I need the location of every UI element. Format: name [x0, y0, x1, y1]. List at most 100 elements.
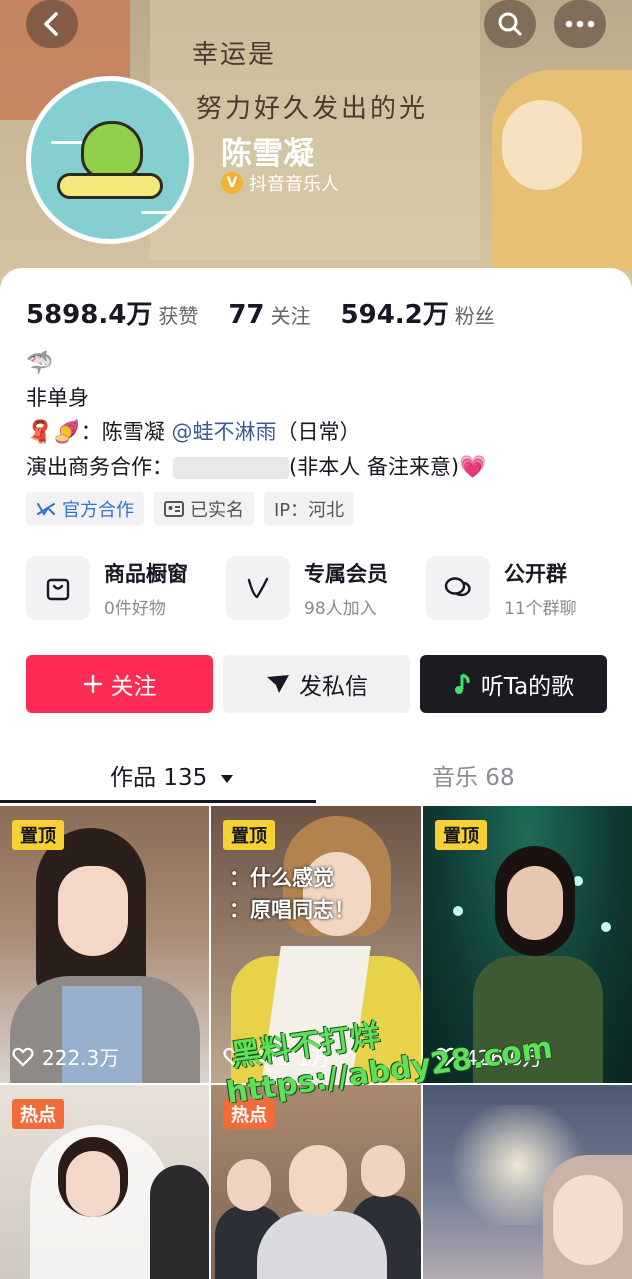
- thumb-figure: [553, 1175, 623, 1265]
- stat-followers[interactable]: 594.2万 粉丝: [341, 294, 495, 331]
- caret-down-icon: [220, 774, 233, 783]
- back-button[interactable]: [26, 0, 78, 48]
- mention-link[interactable]: @蛙不淋雨: [171, 420, 276, 444]
- feature-icon-box: [426, 556, 490, 620]
- bio-line-2: 🧣🍠：陈雪凝 @蛙不淋雨（日常）: [26, 415, 486, 450]
- thumb-light: [601, 922, 611, 932]
- redacted-contact: [173, 457, 289, 479]
- pinned-badge: 置顶: [223, 820, 275, 850]
- stat-number: 5898.4万: [26, 300, 153, 330]
- feature-membership[interactable]: 专属会员 98人加入: [226, 556, 426, 620]
- chat-bubbles-icon: [444, 577, 471, 597]
- feature-entries: 商品橱窗 0件好物 专属会员 98人加入 公开群 11个群聊: [26, 556, 626, 620]
- chevron-left-icon: [44, 12, 58, 36]
- thumb-figure: [361, 1145, 405, 1197]
- pinned-badge: 置顶: [435, 820, 487, 850]
- scarf-potato-emoji: 🧣🍠: [26, 420, 81, 445]
- thumb-figure: [66, 1151, 120, 1217]
- music-note-icon: [454, 673, 470, 694]
- feature-public-group[interactable]: 公开群 11个群聊: [426, 556, 626, 620]
- like-count-value: 222.3万: [42, 1046, 120, 1070]
- stat-label: 获赞: [158, 304, 199, 328]
- like-count: 222.3万: [12, 1042, 119, 1071]
- stat-label: 粉丝: [454, 304, 495, 328]
- follow-button[interactable]: 关注: [26, 655, 213, 713]
- id-card-icon: [164, 500, 184, 517]
- shopping-bag-icon: [46, 578, 70, 601]
- profile-name: 陈雪凝: [221, 136, 314, 172]
- feature-title: 专属会员: [304, 561, 388, 586]
- avatar-frog: [81, 121, 143, 179]
- video-subtitle: ：原唱同志！: [229, 898, 355, 922]
- heart-outline-icon: [12, 1047, 34, 1067]
- search-button[interactable]: [484, 0, 536, 48]
- feature-title: 商品橱窗: [104, 561, 188, 586]
- thumb-figure: [58, 866, 128, 956]
- tag-ip-location: IP：河北: [264, 492, 355, 525]
- more-button[interactable]: [554, 0, 606, 48]
- feature-subtitle: 11个群聊: [504, 598, 577, 619]
- avatar[interactable]: [26, 76, 194, 244]
- feature-text: 公开群 11个群聊: [504, 558, 577, 619]
- tag-verified-identity[interactable]: 已实名: [154, 492, 254, 525]
- tag-label: 已实名: [190, 499, 244, 521]
- tag-label: 官方合作: [62, 499, 134, 521]
- video-thumbnail[interactable]: 热点: [211, 1085, 421, 1279]
- follow-label: 关注: [110, 674, 157, 700]
- video-thumbnail[interactable]: [423, 1085, 632, 1279]
- search-icon: [498, 12, 522, 36]
- thumb-figure: [150, 1165, 209, 1279]
- stat-number: 594.2万: [340, 300, 449, 330]
- thumb-figure: [257, 1211, 387, 1279]
- plus-icon: [83, 674, 102, 694]
- tag-official-cooperation[interactable]: 官方合作: [26, 492, 144, 525]
- verified-icon: V: [221, 172, 243, 194]
- message-label: 发私信: [299, 674, 368, 700]
- banner-handwriting-2: 努力好久发出的光: [196, 94, 429, 124]
- avatar-island: [57, 173, 163, 199]
- handshake-icon: [37, 502, 55, 516]
- feature-icon-box: [226, 556, 290, 620]
- content-tabs: 作品 135 音乐 68: [0, 746, 632, 804]
- tab-works[interactable]: 作品 135: [110, 758, 235, 792]
- feature-title: 公开群: [504, 561, 567, 586]
- feature-subtitle: 98人加入: [304, 598, 377, 619]
- feature-icon-box: [26, 556, 90, 620]
- bio-text: （日常）: [276, 420, 361, 444]
- hot-badge: 热点: [12, 1099, 64, 1129]
- stat-label: 关注: [270, 304, 311, 328]
- more-dots-icon: [565, 20, 595, 28]
- message-button[interactable]: 发私信: [223, 655, 410, 713]
- feature-subtitle: 0件好物: [104, 598, 166, 619]
- bio-line-3: 演出商务合作： (非本人 备注来意)💗: [26, 450, 486, 485]
- listen-songs-button[interactable]: 听Ta的歌: [420, 655, 607, 713]
- tab-works-label: 作品 135: [110, 765, 208, 791]
- feature-shop-window[interactable]: 商品橱窗 0件好物: [26, 556, 226, 620]
- avatar-wave: [141, 211, 171, 214]
- verified-label: 抖音音乐人: [249, 174, 339, 195]
- bio-text: (非本人 备注来意): [289, 455, 460, 479]
- bio: 🦈 非单身 🧣🍠：陈雪凝 @蛙不淋雨（日常） 演出商务合作： (非本人 备注来意)…: [26, 346, 486, 485]
- feature-text: 专属会员 98人加入: [304, 558, 388, 619]
- video-thumbnail[interactable]: 置顶 222.3万: [0, 806, 209, 1083]
- heart-emoji: 💗: [459, 455, 487, 480]
- bio-line-0: 🦈: [26, 346, 486, 381]
- thumb-figure: [227, 1159, 271, 1211]
- listen-label: 听Ta的歌: [480, 674, 575, 700]
- shark-emoji: 🦈: [26, 351, 54, 376]
- active-tab-indicator: [0, 800, 316, 803]
- tag-label: IP：河北: [274, 499, 345, 521]
- video-thumbnail[interactable]: 热点: [0, 1085, 209, 1279]
- stat-number: 77: [228, 300, 265, 330]
- tab-music-label: 音乐 68: [432, 765, 515, 791]
- banner-handwriting-1: 幸运是: [192, 40, 277, 70]
- stat-following[interactable]: 77 关注: [228, 300, 310, 330]
- video-subtitle: ：什么感觉: [229, 866, 334, 890]
- bio-text: 演出商务合作：: [26, 455, 173, 479]
- tab-music[interactable]: 音乐 68: [432, 758, 515, 792]
- stat-likes[interactable]: 5898.4万 获赞: [26, 294, 198, 331]
- action-buttons: 关注 发私信 听Ta的歌: [26, 655, 607, 713]
- profile-tags: 官方合作 已实名 IP：河北: [26, 492, 355, 525]
- v-member-icon: [247, 577, 269, 599]
- verified-badge[interactable]: V 抖音音乐人: [221, 170, 339, 196]
